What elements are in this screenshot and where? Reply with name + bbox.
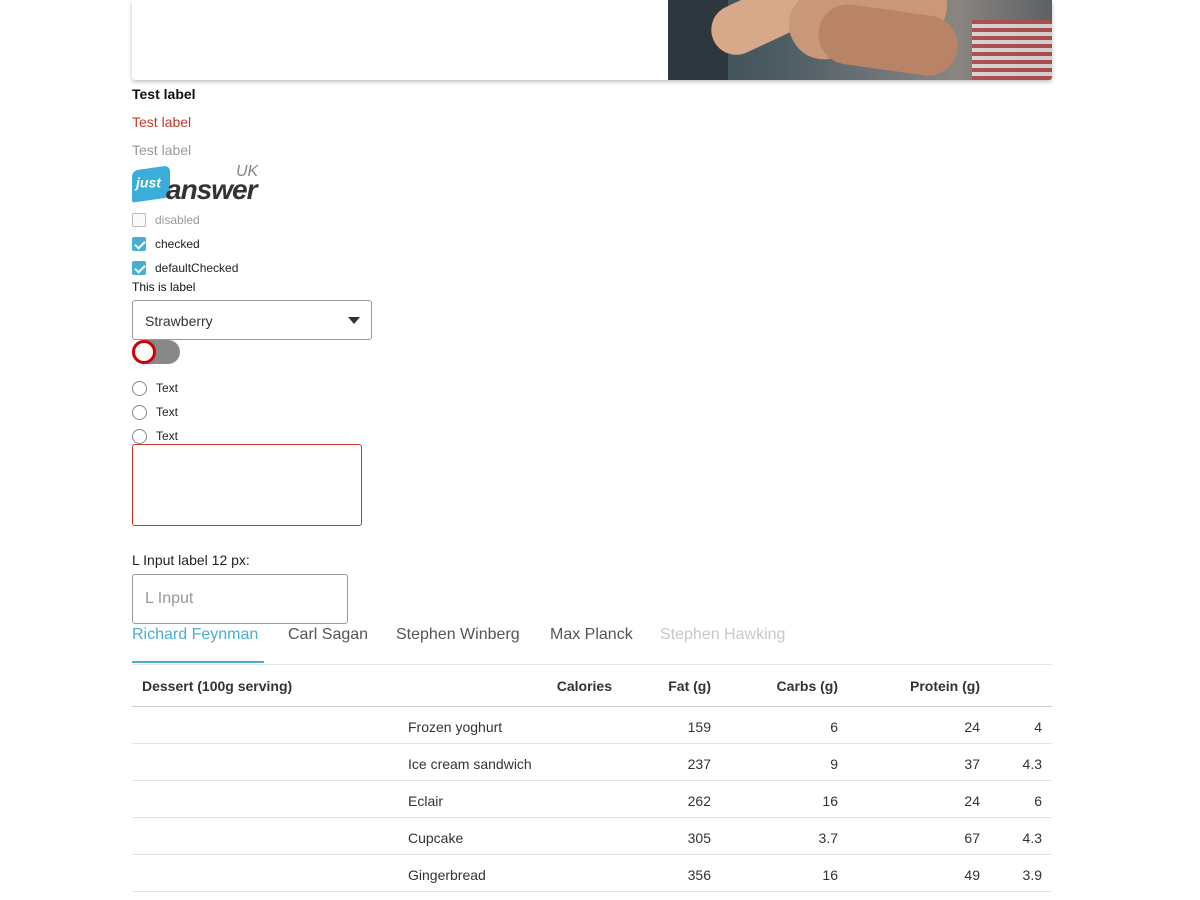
table-cell: 3.7 bbox=[818, 830, 838, 846]
table-cell: 159 bbox=[687, 719, 711, 735]
test-label-bold: Test label bbox=[132, 86, 196, 102]
table-row: Frozen yoghurt 159 6 24 4 bbox=[132, 707, 1052, 744]
l-input-field[interactable]: L Input bbox=[132, 574, 348, 624]
justanswer-logo: just answer UK bbox=[132, 163, 262, 206]
checkbox-checked[interactable]: checked bbox=[132, 235, 200, 253]
table-cell-dessert: Eclair bbox=[408, 793, 444, 809]
logo-bubble: just bbox=[132, 165, 170, 203]
table-cell: 6 bbox=[1034, 793, 1042, 809]
table-row: Eclair 262 16 24 6 bbox=[132, 781, 1052, 818]
select-value: Strawberry bbox=[145, 313, 213, 329]
table-cell: 9 bbox=[830, 756, 838, 772]
table-row: Ice cream sandwich 237 9 37 4.3 bbox=[132, 744, 1052, 781]
checkbox-label: checked bbox=[155, 237, 200, 251]
checkbox-label: disabled bbox=[155, 213, 200, 227]
table-header-protein[interactable]: Protein (g) bbox=[910, 678, 980, 694]
table-row: Gingerbread 356 16 49 3.9 bbox=[132, 855, 1052, 892]
radio-circle[interactable] bbox=[132, 428, 147, 444]
logo-region: UK bbox=[236, 163, 259, 180]
radio-label: Text bbox=[156, 381, 179, 395]
select-label: This is label bbox=[132, 280, 196, 294]
table-cell: 67 bbox=[964, 830, 980, 846]
tab-max-planck[interactable]: Max Planck bbox=[550, 626, 633, 644]
table-cell: 305 bbox=[687, 830, 711, 846]
scientist-tabs: Richard Feynman Carl Sagan Stephen Winbe… bbox=[132, 626, 1052, 664]
error-textarea[interactable] bbox=[132, 444, 362, 526]
active-tab-indicator bbox=[132, 661, 264, 663]
tab-stephen-hawking: Stephen Hawking bbox=[660, 626, 786, 643]
table-cell: 24 bbox=[964, 719, 980, 735]
table-cell: 4.3 bbox=[1022, 830, 1042, 846]
table-cell: 4 bbox=[1034, 719, 1042, 735]
checkbox-box[interactable] bbox=[132, 261, 146, 275]
fruit-select[interactable]: Strawberry bbox=[132, 300, 372, 340]
nutrition-table: Dessert (100g serving) Calories Fat (g) … bbox=[132, 665, 1052, 892]
table-cell: 3.9 bbox=[1022, 867, 1042, 883]
table-cell: 4.3 bbox=[1022, 756, 1042, 772]
table-cell-dessert: Ice cream sandwich bbox=[408, 756, 532, 772]
toggle-knob[interactable] bbox=[132, 340, 156, 364]
table-header-row: Dessert (100g serving) Calories Fat (g) … bbox=[132, 665, 1052, 707]
test-label-muted: Test label bbox=[132, 142, 192, 158]
tab-stephen-winberg[interactable]: Stephen Winberg bbox=[396, 626, 520, 644]
image-card bbox=[132, 0, 1052, 80]
table-header-dessert[interactable]: Dessert (100g serving) bbox=[142, 678, 292, 694]
table-cell: 6 bbox=[830, 719, 838, 735]
test-label-error: Test label bbox=[132, 114, 192, 130]
tab-richard-feynman[interactable]: Richard Feynman bbox=[132, 626, 258, 644]
l-input-placeholder: L Input bbox=[145, 590, 194, 607]
table-header-fat[interactable]: Fat (g) bbox=[668, 678, 711, 694]
tab-carl-sagan[interactable]: Carl Sagan bbox=[288, 626, 368, 644]
table-cell: 16 bbox=[822, 867, 838, 883]
checkbox-label: defaultChecked bbox=[155, 261, 239, 275]
toggle-switch[interactable] bbox=[132, 340, 180, 364]
caret-down-icon bbox=[348, 317, 360, 324]
table-cell: 237 bbox=[687, 756, 711, 772]
radio-circle[interactable] bbox=[132, 380, 147, 396]
radio-option[interactable]: Text bbox=[132, 403, 178, 421]
checkbox-default-checked[interactable]: defaultChecked bbox=[132, 259, 238, 277]
table-cell: 262 bbox=[687, 793, 711, 809]
radio-label: Text bbox=[156, 405, 179, 419]
table-cell: 16 bbox=[822, 793, 838, 809]
table-cell: 24 bbox=[964, 793, 980, 809]
radio-option[interactable]: Text bbox=[132, 379, 178, 397]
table-cell: 356 bbox=[687, 867, 711, 883]
table-header-calories[interactable]: Calories bbox=[557, 678, 612, 694]
table-cell: 37 bbox=[964, 756, 980, 772]
table-cell-dessert: Cupcake bbox=[408, 830, 464, 846]
table-row: Cupcake 305 3.7 67 4.3 bbox=[132, 818, 1052, 855]
team-hands-photo bbox=[668, 0, 1052, 80]
table-header-carbs[interactable]: Carbs (g) bbox=[777, 678, 838, 694]
radio-label: Text bbox=[156, 429, 179, 443]
l-input-label: L Input label 12 px: bbox=[132, 552, 250, 568]
checkbox-box[interactable] bbox=[132, 237, 146, 251]
radio-option[interactable]: Text bbox=[132, 427, 178, 445]
table-cell-dessert: Frozen yoghurt bbox=[408, 719, 503, 735]
checkbox-box bbox=[132, 213, 146, 227]
checkbox-disabled: disabled bbox=[132, 211, 200, 229]
table-cell-dessert: Gingerbread bbox=[408, 867, 486, 883]
radio-circle[interactable] bbox=[132, 404, 147, 420]
table-cell: 49 bbox=[964, 867, 980, 883]
